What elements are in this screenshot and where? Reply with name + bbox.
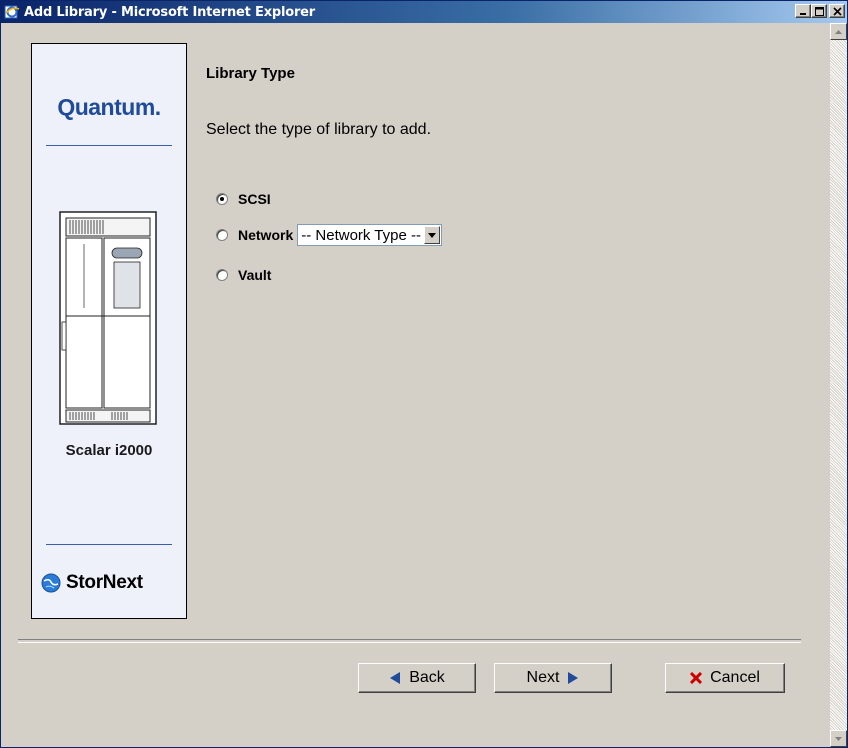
stornext-logo-text: StorNext bbox=[66, 572, 143, 593]
page-title: Library Type bbox=[206, 65, 295, 82]
minimize-icon bbox=[800, 13, 806, 15]
vault-label: Vault bbox=[238, 267, 272, 283]
network-radio[interactable] bbox=[216, 229, 228, 241]
stornext-logo: StorNext bbox=[40, 572, 186, 594]
option-vault[interactable]: Vault bbox=[216, 267, 271, 283]
ie-icon bbox=[4, 4, 20, 20]
window-title: Add Library - Microsoft Internet Explore… bbox=[24, 4, 316, 20]
option-network[interactable]: Network -- Network Type -- bbox=[216, 224, 442, 246]
footer-separator bbox=[18, 639, 801, 643]
library-device-image bbox=[59, 211, 157, 425]
brand-panel: Quantum. Scalar i2000 StorNext bbox=[31, 43, 187, 619]
down-arrow-icon bbox=[835, 736, 842, 741]
globe-icon bbox=[41, 573, 61, 593]
up-arrow-icon bbox=[835, 29, 842, 34]
window-controls bbox=[795, 4, 845, 18]
cancel-label: Cancel bbox=[710, 669, 760, 686]
back-label: Back bbox=[409, 669, 445, 686]
scroll-down-button[interactable] bbox=[830, 730, 847, 747]
vault-radio[interactable] bbox=[216, 269, 228, 281]
divider bbox=[46, 145, 172, 146]
dialog-window: Add Library - Microsoft Internet Explore… bbox=[0, 0, 848, 748]
maximize-icon bbox=[814, 6, 824, 16]
divider bbox=[46, 544, 172, 545]
close-button[interactable] bbox=[829, 4, 845, 18]
red-x-icon bbox=[690, 672, 703, 684]
maximize-button[interactable] bbox=[811, 4, 827, 18]
instruction-text: Select the type of library to add. bbox=[206, 121, 432, 138]
quantum-logo: Quantum. bbox=[57, 94, 161, 120]
right-arrow-icon bbox=[568, 672, 579, 684]
dialog-content: Quantum. Scalar i2000 StorNext Library T… bbox=[1, 23, 831, 747]
vertical-scrollbar[interactable] bbox=[830, 23, 847, 747]
close-icon bbox=[832, 6, 842, 16]
option-scsi[interactable]: SCSI bbox=[216, 191, 271, 207]
scsi-radio[interactable] bbox=[216, 193, 228, 205]
network-label: Network bbox=[238, 227, 294, 243]
minimize-button[interactable] bbox=[795, 4, 811, 18]
next-button[interactable]: Next bbox=[494, 663, 612, 693]
cancel-button[interactable]: Cancel bbox=[665, 663, 785, 693]
network-type-select[interactable]: -- Network Type -- bbox=[297, 224, 442, 246]
next-label: Next bbox=[526, 669, 560, 686]
title-bar[interactable]: Add Library - Microsoft Internet Explore… bbox=[1, 1, 847, 23]
left-arrow-icon bbox=[390, 672, 401, 684]
back-button[interactable]: Back bbox=[358, 663, 476, 693]
scroll-up-button[interactable] bbox=[830, 23, 847, 40]
network-type-value: -- Network Type -- bbox=[301, 226, 421, 244]
dropdown-arrow-icon[interactable] bbox=[423, 226, 440, 244]
device-name: Scalar i2000 bbox=[65, 442, 153, 459]
scsi-label: SCSI bbox=[238, 191, 271, 207]
